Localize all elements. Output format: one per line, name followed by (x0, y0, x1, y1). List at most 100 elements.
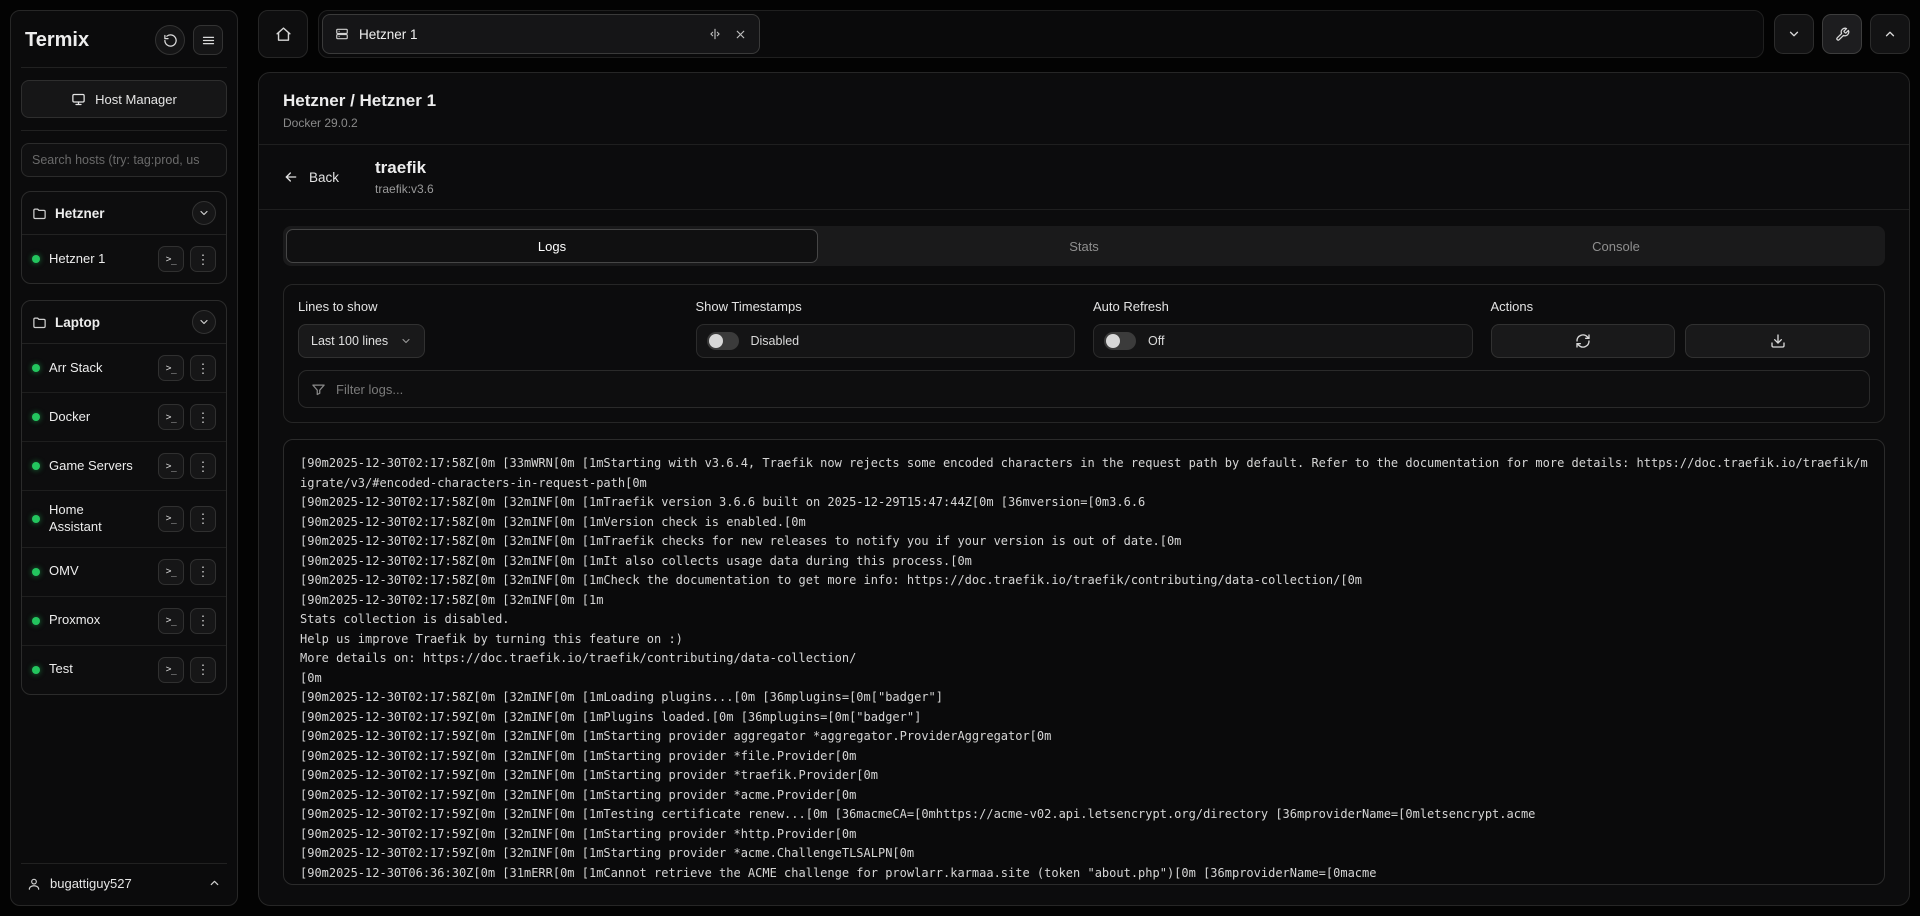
tab-icon-group (708, 27, 747, 41)
tab-bar: Hetzner 1 (258, 10, 1910, 58)
timestamps-toggle[interactable] (707, 332, 739, 350)
sidebar-footer[interactable]: bugattiguy527 (21, 863, 227, 893)
kebab-menu-icon: ⋮ (197, 565, 210, 578)
log-line: [90m2025-12-30T10:30:28Z[0m [31mERR[0m [… (300, 883, 1868, 885)
chevron-down-icon (1787, 27, 1801, 41)
host-actions: >_ ⋮ (158, 559, 216, 585)
host-actions: >_ ⋮ (158, 404, 216, 430)
host-menu-button[interactable]: ⋮ (190, 404, 216, 430)
host-menu-button[interactable]: ⋮ (190, 608, 216, 634)
folder-icon (32, 315, 47, 330)
host-terminal-button[interactable]: >_ (158, 559, 184, 585)
log-line: [90m2025-12-30T02:17:59Z[0m [32mINF[0m [… (300, 805, 1868, 825)
chevron-up-icon[interactable] (208, 877, 221, 890)
group-collapse-button[interactable] (192, 310, 216, 334)
group-header[interactable]: Laptop (22, 301, 226, 344)
chevron-up-icon (1883, 27, 1897, 41)
tab-hetzner-1[interactable]: Hetzner 1 (322, 14, 760, 54)
host-item[interactable]: Docker >_ ⋮ (22, 393, 226, 442)
kebab-menu-icon: ⋮ (197, 362, 210, 375)
host-label: Game Servers (49, 458, 135, 475)
log-line: [90m2025-12-30T02:17:58Z[0m [32mINF[0m [… (300, 532, 1868, 552)
container-image: traefik:v3.6 (375, 182, 434, 196)
host-menu-button[interactable]: ⋮ (190, 559, 216, 585)
tab-logs[interactable]: Logs (286, 229, 818, 263)
filter-logs-input[interactable] (336, 382, 1857, 397)
terminal-icon: >_ (166, 664, 176, 675)
lines-select[interactable]: Last 100 lines (298, 324, 425, 358)
host-item[interactable]: Home Assistant >_ ⋮ (22, 491, 226, 548)
container-name: traefik (375, 158, 434, 178)
host-terminal-button[interactable]: >_ (158, 608, 184, 634)
wrench-icon (1835, 27, 1850, 42)
host-actions: >_ ⋮ (158, 246, 216, 272)
back-button[interactable]: Back (283, 169, 339, 185)
host-actions: >_ ⋮ (158, 506, 216, 532)
docker-version-label: Docker 29.0.2 (283, 116, 1885, 130)
chevron-down-icon (400, 335, 412, 347)
status-online-dot (32, 617, 40, 625)
log-output[interactable]: [90m2025-12-30T02:17:58Z[0m [33mWRN[0m [… (283, 439, 1885, 885)
collapse-up-button[interactable] (1870, 14, 1910, 54)
refresh-logs-button[interactable] (1491, 324, 1676, 358)
host-actions: >_ ⋮ (158, 657, 216, 683)
host-menu-button[interactable]: ⋮ (190, 657, 216, 683)
close-tab-icon[interactable] (734, 28, 747, 41)
tab-stats[interactable]: Stats (818, 229, 1350, 263)
kebab-menu-icon: ⋮ (197, 512, 210, 525)
host-item[interactable]: Test >_ ⋮ (22, 646, 226, 694)
auto-refresh-group: Auto Refresh Off (1093, 299, 1473, 358)
terminal-icon: >_ (166, 363, 176, 374)
host-item[interactable]: Game Servers >_ ⋮ (22, 442, 226, 491)
menu-button[interactable] (193, 25, 223, 55)
host-terminal-button[interactable]: >_ (158, 657, 184, 683)
download-logs-button[interactable] (1685, 324, 1870, 358)
collapse-down-button[interactable] (1774, 14, 1814, 54)
user-icon (27, 877, 41, 891)
app-title: Termix (25, 29, 89, 52)
auto-refresh-toggle[interactable] (1104, 332, 1136, 350)
view-tabs: Logs Stats Console (283, 226, 1885, 266)
host-manager-wrap: Host Manager (21, 68, 227, 131)
host-item[interactable]: Arr Stack >_ ⋮ (22, 344, 226, 393)
host-menu-button[interactable]: ⋮ (190, 506, 216, 532)
reload-button[interactable] (155, 25, 185, 55)
kebab-menu-icon: ⋮ (197, 253, 210, 266)
log-line: [90m2025-12-30T02:17:59Z[0m [32mINF[0m [… (300, 786, 1868, 806)
host-menu-button[interactable]: ⋮ (190, 355, 216, 381)
username-label: bugattiguy527 (50, 876, 199, 891)
log-line: [90m2025-12-30T02:17:59Z[0m [32mINF[0m [… (300, 766, 1868, 786)
host-label: Home Assistant (49, 502, 135, 536)
host-terminal-button[interactable]: >_ (158, 404, 184, 430)
search-hosts-input[interactable] (21, 143, 227, 177)
host-manager-label: Host Manager (95, 92, 177, 107)
host-actions: >_ ⋮ (158, 608, 216, 634)
host-item[interactable]: Proxmox >_ ⋮ (22, 597, 226, 646)
host-terminal-button[interactable]: >_ (158, 453, 184, 479)
status-online-dot (32, 515, 40, 523)
host-item[interactable]: OMV >_ ⋮ (22, 548, 226, 597)
log-line: [90m2025-12-30T02:17:58Z[0m [33mWRN[0m [… (300, 454, 1868, 493)
log-line: [90m2025-12-30T02:17:59Z[0m [32mINF[0m [… (300, 825, 1868, 845)
status-online-dot (32, 413, 40, 421)
auto-refresh-label: Auto Refresh (1093, 299, 1473, 314)
tab-console[interactable]: Console (1350, 229, 1882, 263)
host-terminal-button[interactable]: >_ (158, 246, 184, 272)
host-menu-button[interactable]: ⋮ (190, 453, 216, 479)
host-terminal-button[interactable]: >_ (158, 506, 184, 532)
status-online-dot (32, 364, 40, 372)
tools-button[interactable] (1822, 14, 1862, 54)
host-item[interactable]: Hetzner 1 >_ ⋮ (22, 235, 226, 283)
log-line: [90m2025-12-30T02:17:59Z[0m [32mINF[0m [… (300, 747, 1868, 767)
group-items: Hetzner 1 >_ ⋮ (22, 235, 226, 283)
split-pane-icon[interactable] (708, 27, 722, 41)
group-header[interactable]: Hetzner (22, 192, 226, 235)
host-manager-button[interactable]: Host Manager (21, 80, 227, 118)
host-menu-button[interactable]: ⋮ (190, 246, 216, 272)
terminal-icon: >_ (166, 513, 176, 524)
breadcrumb: Hetzner / Hetzner 1 (283, 91, 1885, 111)
group-collapse-button[interactable] (192, 201, 216, 225)
host-terminal-button[interactable]: >_ (158, 355, 184, 381)
host-label: Docker (49, 409, 135, 426)
home-button[interactable] (258, 10, 308, 58)
